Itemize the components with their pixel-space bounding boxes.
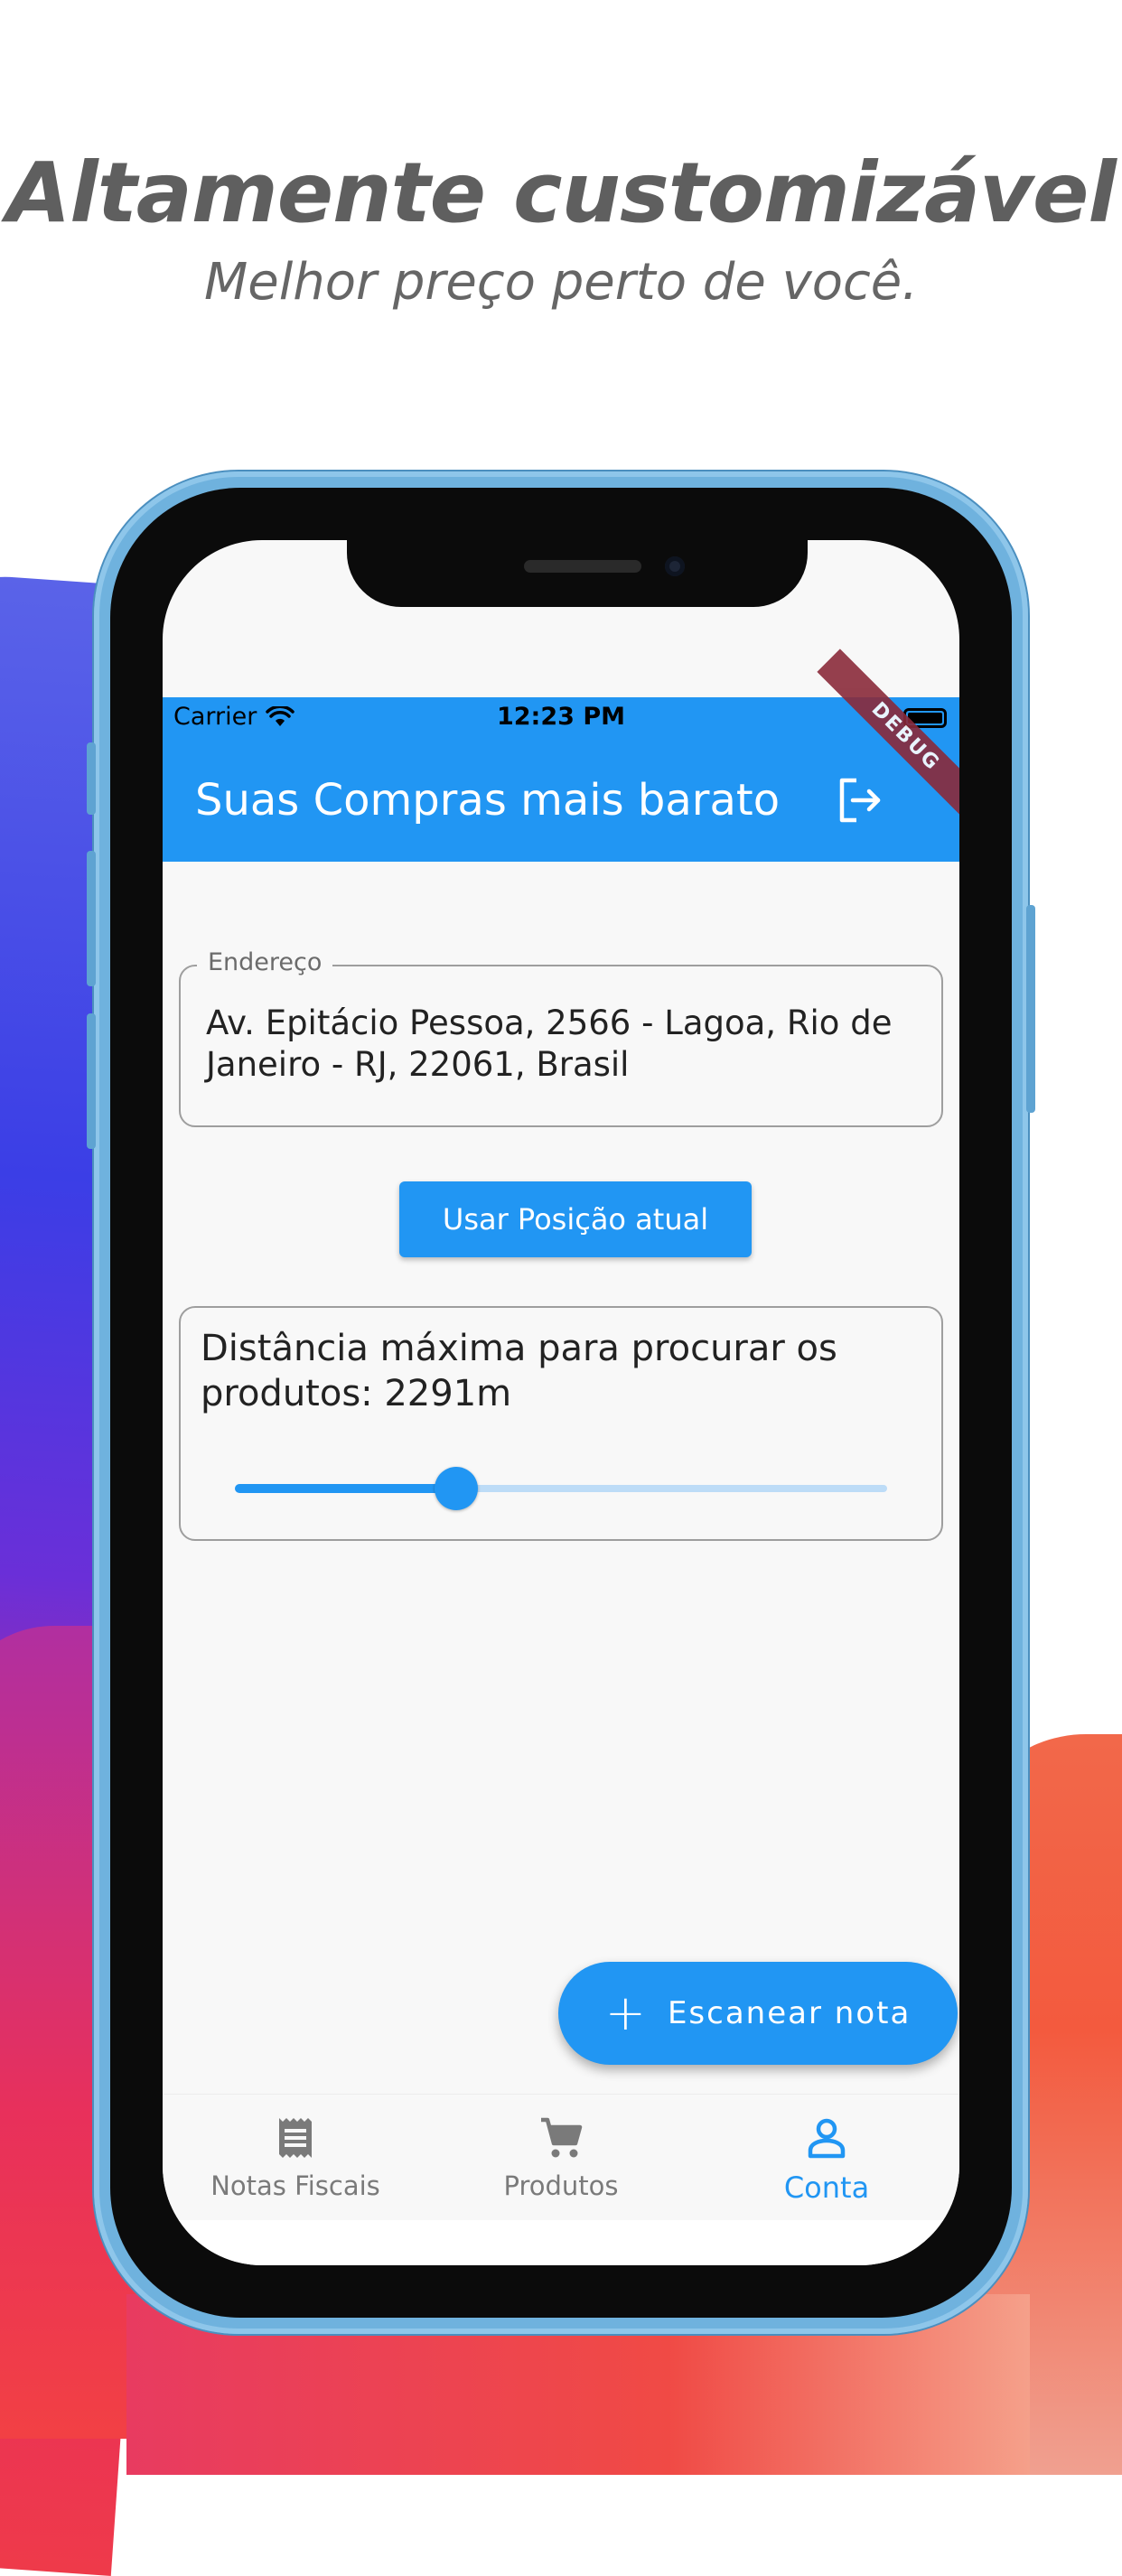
phone-volume-down [87,1013,96,1149]
scan-receipt-label: Escanear nota [667,1995,912,2031]
phone-bezel: Carrier 12:23 PM Suas Compras mais barat… [110,488,1012,2318]
nav-label-notas-fiscais: Notas Fiscais [210,2170,380,2201]
app-title: Suas Compras mais barato [195,775,781,826]
receipt-icon [279,2118,312,2158]
person-icon [808,2118,846,2159]
nav-label-conta: Conta [783,2170,870,2205]
notch [347,540,808,607]
distance-slider[interactable] [235,1467,887,1510]
nav-item-notas-fiscais[interactable]: Notas Fiscais [163,2095,428,2221]
slider-active-track [235,1484,457,1493]
nav-label-produtos: Produtos [503,2170,619,2201]
speaker-grille [524,560,641,573]
phone-mute-switch [87,742,96,815]
phone-power-button [1026,905,1035,1113]
nav-item-conta[interactable]: Conta [694,2095,959,2221]
app-bar: Carrier 12:23 PM Suas Compras mais barat… [163,649,959,862]
shopping-cart-icon [541,2117,583,2158]
phone-frame: Carrier 12:23 PM Suas Compras mais barat… [87,471,1035,2334]
promo-subtitle: Melhor preço perto de você. [203,253,919,312]
scan-receipt-button[interactable]: + Escanear nota [558,1962,958,2065]
address-label: Endereço [197,948,333,976]
screen-bottom-area [163,2220,959,2265]
bottom-navigation: Notas Fiscais Produtos Conta [163,2094,959,2221]
use-current-location-button[interactable]: Usar Posição atual [399,1181,752,1257]
plus-icon: + [604,1984,648,2041]
logout-icon[interactable] [833,773,887,827]
slider-thumb[interactable] [435,1467,479,1510]
distance-card: Distância máxima para procurar os produt… [179,1306,943,1541]
max-distance-text: Distância máxima para procurar os produt… [201,1328,837,1414]
address-field[interactable]: Endereço Av. Epitácio Pessoa, 2566 - Lag… [179,948,943,1127]
front-camera [665,556,685,576]
promo-title: Altamente customizável [6,145,1117,241]
status-bar: Carrier 12:23 PM [163,697,959,742]
nav-item-produtos[interactable]: Produtos [428,2095,694,2221]
phone-screen: Carrier 12:23 PM Suas Compras mais barat… [163,540,959,2265]
status-time: 12:23 PM [496,703,625,731]
phone-volume-up [87,851,96,986]
address-value[interactable]: Av. Epitácio Pessoa, 2566 - Lagoa, Rio d… [206,1003,916,1086]
